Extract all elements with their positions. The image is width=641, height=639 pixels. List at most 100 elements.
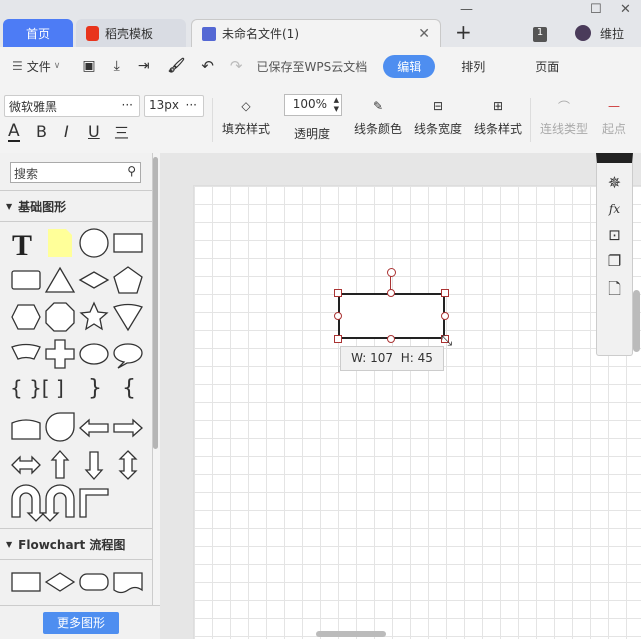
shape-cloud[interactable] [79,343,109,365]
line-width-button[interactable]: ⊟ 线条宽度 [410,92,466,137]
resize-handle-nw[interactable] [334,289,342,297]
pages-icon[interactable]: ❐ [597,252,632,270]
shape-pentagon[interactable] [113,266,143,294]
shape-diamond[interactable] [78,271,110,289]
more-icon[interactable]: ··· [122,98,133,112]
selected-rectangle[interactable] [338,293,445,339]
button-label: 线条宽度 [413,122,462,136]
export-icon[interactable]: ⇥ [138,58,150,74]
download-icon[interactable]: ⤓ [114,58,120,74]
font-color-button[interactable]: A [8,122,20,142]
mode-tab-arrange[interactable]: 排列 [461,58,485,75]
shape-u-turn-arrow[interactable] [11,484,46,522]
start-point-button[interactable]: — 起点 [596,92,632,137]
shape-u-turn-arrow-left[interactable] [40,484,75,522]
shape-circle[interactable] [79,228,109,258]
close-window-icon[interactable]: ✕ [620,2,631,17]
tab-home[interactable]: 首页 [3,19,73,47]
more-shapes-button[interactable]: 更多图形 [43,612,119,634]
mode-tab-edit[interactable]: 编辑 [383,54,436,78]
shape-star[interactable] [79,301,109,331]
new-tab-button[interactable]: + [455,20,472,44]
fill-style-button[interactable]: ◇ 填充样式 [218,92,274,137]
maximize-icon[interactable]: ☐ [590,2,602,17]
shape-arrow-up-down[interactable] [118,450,138,480]
line-color-button[interactable]: ✎ 线条颜色 [350,92,406,137]
rotate-handle-knob[interactable] [387,268,396,277]
formula-icon[interactable]: fx [597,202,632,216]
tab-document[interactable]: 未命名文件(1) ✕ [191,19,441,47]
shape-text[interactable]: T [12,229,32,262]
more-icon[interactable]: ··· [186,98,197,112]
format-painter-icon[interactable]: 🖌︎ [168,58,186,74]
shape-octagon[interactable] [45,302,75,332]
undo-icon[interactable]: ↶ [201,57,214,75]
horizontal-scrollbar[interactable] [316,631,386,637]
blank-page-icon[interactable]: 🗋 [597,278,632,305]
resize-page-icon[interactable]: ⊡ [597,226,632,244]
navigator-icon[interactable]: ✵ [597,173,632,192]
opacity-input[interactable]: 100% ▲ ▼ [284,94,342,116]
file-menu[interactable]: 文件 [27,58,51,75]
shape-rounded-rect[interactable] [11,270,41,290]
resize-handle-n[interactable] [387,289,395,297]
sidebar-scrollbar[interactable] [153,157,158,449]
underline-button[interactable]: U [88,122,100,141]
line-style-button[interactable]: ⊞ 线条样式 [470,92,526,137]
user-name[interactable]: 维拉 [600,25,624,42]
resize-handle-e[interactable] [441,312,449,320]
shape-trapezoid-arc[interactable] [11,343,41,360]
shape-braces[interactable]: { }[ ] [10,376,64,400]
menu-icon[interactable]: ☰ [12,59,23,73]
search-icon[interactable]: ⚲ [127,164,136,178]
shape-callout[interactable] [113,343,143,369]
mode-tab-page[interactable]: 页面 [535,58,559,75]
shape-tab[interactable] [11,419,41,440]
save-icon[interactable]: ▣ [82,58,95,74]
avatar[interactable] [575,25,591,41]
section-basic-shapes[interactable]: ▼ 基础图形 [0,190,152,222]
shape-corner[interactable] [79,488,109,518]
shape-cone[interactable] [113,303,143,332]
shape-cross[interactable] [45,339,75,369]
tab-templates[interactable]: 稻壳模板 [76,19,186,47]
shape-terminator[interactable] [79,573,109,591]
shape-arrow-right[interactable] [113,418,143,438]
redo-icon[interactable]: ↷ [230,57,243,75]
shape-left-brace[interactable]: { [122,376,136,401]
shape-process[interactable] [11,572,41,592]
shape-document[interactable] [113,572,143,594]
minimize-icon[interactable]: — [460,2,473,17]
align-button[interactable]: 三 [114,122,129,143]
font-size-select[interactable]: 13px ··· [144,95,204,117]
chevron-down-icon[interactable]: ∨ [54,61,61,71]
connector-type-button[interactable]: ⌒ 连线类型 [536,92,592,137]
shape-hexagon[interactable] [11,304,41,330]
shape-arrow-left[interactable] [79,418,109,438]
resize-handle-w[interactable] [334,312,342,320]
bold-button[interactable]: B [36,122,47,141]
resize-handle-sw[interactable] [334,335,342,343]
shape-arrow-down[interactable] [84,451,104,480]
font-family-select[interactable]: 微软雅黑 ··· [4,95,140,117]
vertical-scrollbar[interactable] [633,290,640,352]
stepper-icon[interactable]: ▲ ▼ [334,96,339,114]
section-flowchart[interactable]: ▼ Flowchart 流程图 [0,528,152,560]
drawing-page[interactable] [193,185,641,639]
shape-arrow-left-right[interactable] [11,455,41,475]
close-tab-icon[interactable]: ✕ [418,26,430,42]
shape-decision[interactable] [44,572,76,592]
window-count-badge[interactable]: 1 [533,27,547,42]
search-input[interactable]: 搜索 ⚲ [10,162,141,183]
shape-right-brace[interactable]: } [88,376,102,401]
button-label: 起点 [601,122,626,136]
shape-teardrop[interactable] [45,412,75,442]
shape-arrow-up[interactable] [50,450,70,479]
italic-button[interactable]: I [64,122,69,141]
shape-note[interactable] [48,229,72,257]
shape-rectangle[interactable] [113,233,143,253]
opacity-label: 透明度 [294,127,331,141]
shape-triangle[interactable] [44,266,76,293]
resize-handle-s[interactable] [387,335,395,343]
resize-handle-ne[interactable] [441,289,449,297]
